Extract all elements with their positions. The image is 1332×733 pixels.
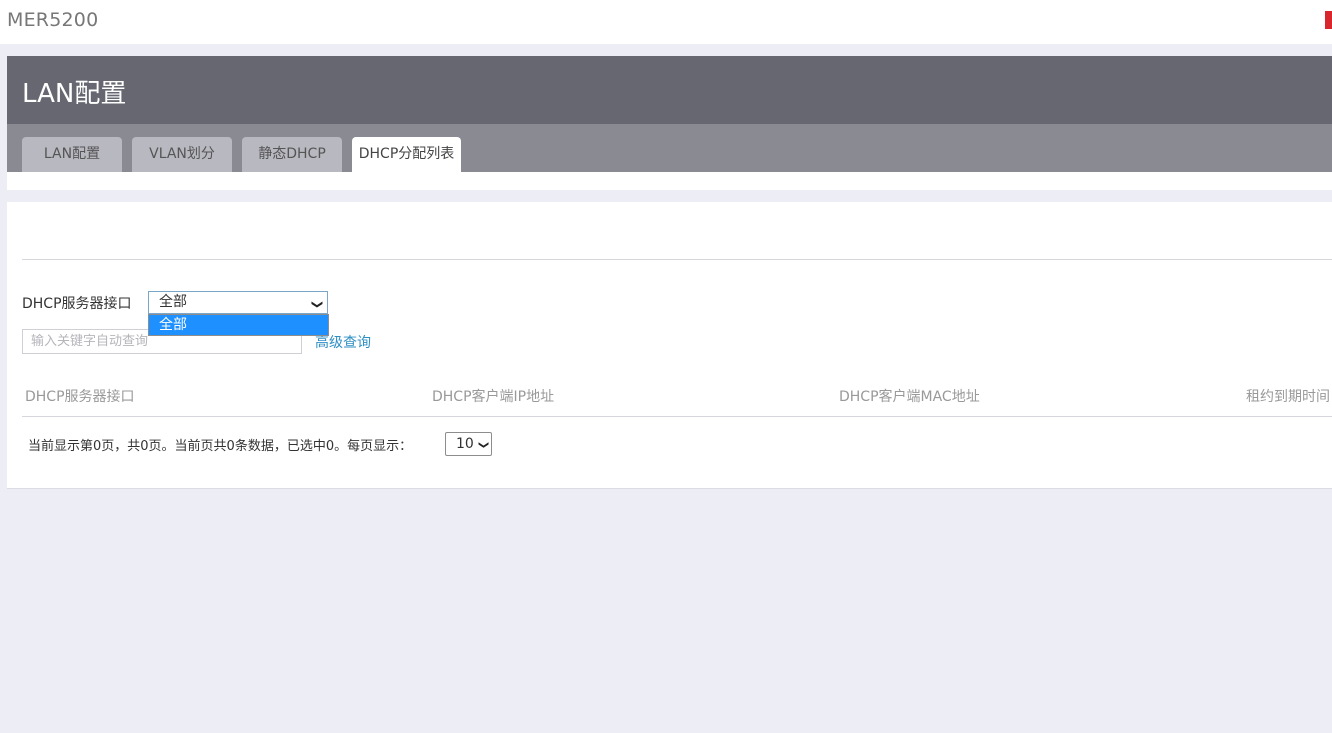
dhcp-interface-label: DHCP服务器接口 bbox=[22, 296, 132, 312]
tab-bar: LAN配置 VLAN划分 静态DHCP DHCP分配列表 bbox=[7, 124, 1332, 172]
page-title: LAN配置 bbox=[22, 79, 127, 109]
tab-static-dhcp[interactable]: 静态DHCP bbox=[242, 137, 342, 172]
column-header[interactable]: DHCP服务器接口 bbox=[25, 386, 135, 406]
page-size-value: 10 bbox=[456, 436, 474, 452]
column-header[interactable]: DHCP客户端MAC地址 bbox=[839, 386, 980, 406]
app-title: MER5200 bbox=[7, 9, 99, 31]
divider bbox=[22, 259, 1332, 260]
pagination-summary: 当前显示第0页，共0页。当前页共0条数据，已选中0。每页显示： bbox=[28, 439, 413, 454]
table-header: DHCP服务器接口 DHCP客户端IP地址 DHCP客户端MAC地址 租约到期时… bbox=[22, 378, 1332, 417]
top-bar: MER5200 bbox=[0, 0, 1332, 44]
dropdown-option[interactable]: 全部 bbox=[149, 315, 328, 335]
dhcp-interface-dropdown: 全部 bbox=[148, 314, 329, 336]
column-header[interactable]: 租约到期时间 bbox=[1246, 386, 1330, 406]
column-header[interactable]: DHCP客户端IP地址 bbox=[432, 386, 554, 406]
header-panel: LAN配置 LAN配置 VLAN划分 静态DHCP DHCP分配列表 bbox=[7, 56, 1332, 190]
main-panel: DHCP服务器接口 全部 ❯ 高级查询 DHCP服务器接口 DHCP客户端IP地… bbox=[7, 202, 1332, 489]
tab-lan-config[interactable]: LAN配置 bbox=[22, 137, 122, 172]
page-size-select[interactable]: 10 ❯ bbox=[445, 432, 492, 456]
dhcp-interface-select[interactable]: 全部 ❯ bbox=[148, 291, 328, 314]
chevron-down-icon: ❯ bbox=[477, 440, 489, 450]
tab-dhcp-list[interactable]: DHCP分配列表 bbox=[352, 137, 461, 172]
tab-vlan[interactable]: VLAN划分 bbox=[132, 137, 232, 172]
page-header: LAN配置 bbox=[7, 56, 1332, 124]
dhcp-interface-selected: 全部 bbox=[159, 294, 187, 310]
close-icon[interactable] bbox=[1325, 11, 1332, 29]
chevron-down-icon: ❯ bbox=[310, 299, 324, 310]
